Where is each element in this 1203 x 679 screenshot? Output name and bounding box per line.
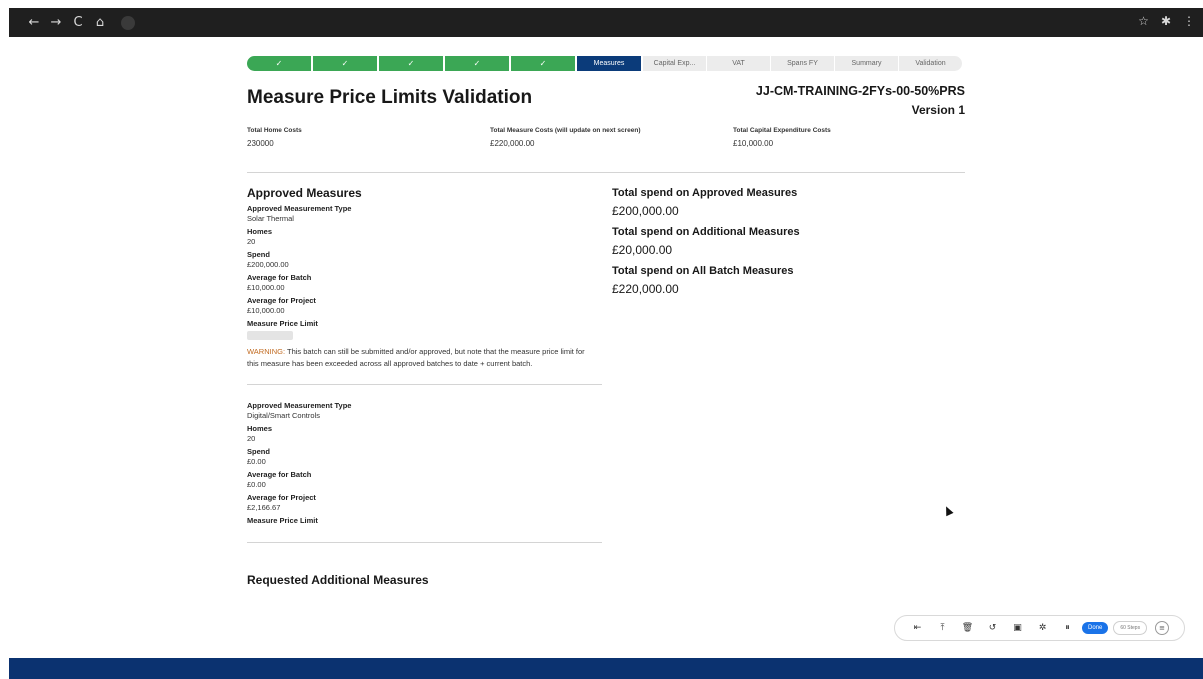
done-button[interactable]: Done (1082, 622, 1109, 634)
path-step-2[interactable]: ✓ (313, 56, 377, 71)
price-limit-label: Measure Price Limit (247, 319, 318, 328)
warning-text: This batch can still be submitted and/or… (247, 347, 585, 368)
browser-toolbar: ← → C ⌂ ☆ ✱ ⋮ (9, 8, 1203, 37)
homes-label: Homes (247, 424, 273, 433)
homes-value: 20 (247, 237, 256, 246)
totals-section: Total spend on Approved Measures £200,00… (612, 187, 912, 304)
path-step-summary[interactable]: Summary (835, 56, 898, 71)
settings-icon[interactable]: ✲ (1030, 623, 1055, 633)
measure-type-value: Digital/Smart Controls (247, 411, 320, 420)
measure-type-label: Approved Measurement Type (247, 401, 352, 410)
path-step-1[interactable]: ✓ (247, 56, 311, 71)
spend-value: £0.00 (247, 457, 266, 466)
check-icon: ✓ (275, 59, 283, 68)
home-icon[interactable]: ⌂ (89, 15, 111, 30)
check-icon: ✓ (539, 59, 547, 68)
price-limit-warning: WARNING: This batch can still be submitt… (247, 346, 592, 370)
pin-icon[interactable]: ⤒ (930, 623, 955, 633)
avg-project-label: Average for Project (247, 296, 316, 305)
measure-card-solar-thermal: Approved Measurement Type Solar Thermal … (247, 204, 602, 370)
bottom-bar (9, 658, 1203, 679)
back-icon[interactable]: ← (23, 15, 45, 30)
approved-measures-section: Approved Measures Approved Measurement T… (247, 186, 602, 587)
reload-icon[interactable]: C (67, 15, 89, 30)
skip-start-icon[interactable]: ⇤ (905, 623, 930, 633)
path-step-4[interactable]: ✓ (445, 56, 509, 71)
window-top-margin (0, 0, 1203, 8)
measure-type-value: Solar Thermal (247, 214, 294, 223)
star-icon[interactable]: ☆ (1138, 14, 1149, 28)
total-additional-label: Total spend on Additional Measures (612, 226, 800, 238)
site-info-icon[interactable] (121, 15, 135, 30)
home-costs-field: Total Home Costs 230000 (247, 127, 302, 148)
browser-actions: ☆ ✱ ⋮ (1138, 14, 1195, 28)
path-step-capital-exp[interactable]: Capital Exp... (643, 56, 706, 71)
avg-batch-label: Average for Batch (247, 273, 312, 282)
steps-count-button[interactable]: 60 Steps (1113, 621, 1148, 635)
check-icon: ✓ (341, 59, 349, 68)
mouse-cursor-icon (942, 504, 954, 517)
path-step-3[interactable]: ✓ (379, 56, 443, 71)
total-approved-label: Total spend on Approved Measures (612, 187, 798, 199)
approved-measures-title: Approved Measures (247, 186, 362, 200)
path-step-vat[interactable]: VAT (707, 56, 770, 71)
measure-card-digital-smart-controls: Approved Measurement Type Digital/Smart … (247, 401, 602, 526)
total-additional-value: £20,000.00 (612, 243, 673, 257)
path-step-measures[interactable]: Measures (577, 56, 641, 71)
measure-costs-value: £220,000.00 (490, 139, 535, 148)
home-costs-label: Total Home Costs (247, 127, 302, 134)
price-limit-label: Measure Price Limit (247, 516, 318, 525)
path-step-spans-fy[interactable]: Spans FY (771, 56, 834, 71)
avg-project-value: £2,166.67 (247, 503, 281, 512)
measure-costs-field: Total Measure Costs (will update on next… (490, 127, 641, 148)
avg-project-value: £10,000.00 (247, 306, 285, 315)
record-version: Version 1 (911, 103, 965, 117)
measure-type-label: Approved Measurement Type (247, 204, 352, 213)
home-costs-value: 230000 (247, 139, 274, 148)
homes-value: 20 (247, 434, 256, 443)
step-recorder-toolbar: ⇤ ⤒ 🗑 ↺ ▣ ✲ ⏸ Done 60 Steps ≡ (894, 615, 1185, 641)
avg-batch-value: £0.00 (247, 480, 266, 489)
check-icon: ✓ (473, 59, 481, 68)
spend-value: £200,000.00 (247, 260, 289, 269)
measure-divider (247, 542, 602, 543)
total-approved-value: £200,000.00 (612, 204, 679, 218)
extension-icon[interactable]: ✱ (1161, 14, 1171, 28)
forward-icon[interactable]: → (45, 15, 67, 30)
capex-costs-label: Total Capital Expenditure Costs (733, 127, 831, 134)
spend-label: Spend (247, 447, 270, 456)
browser-menu-icon[interactable]: ⋮ (1183, 14, 1195, 28)
header-divider (247, 172, 965, 173)
screenshot-icon[interactable]: ▣ (1005, 623, 1030, 633)
pause-icon[interactable]: ⏸ (1055, 623, 1080, 633)
page-title: Measure Price Limits Validation (247, 87, 533, 108)
measure-divider (247, 384, 602, 385)
avg-batch-label: Average for Batch (247, 470, 312, 479)
undo-icon[interactable]: ↺ (980, 623, 1005, 633)
avg-batch-value: £10,000.00 (247, 283, 285, 292)
price-limit-value-redacted (247, 331, 293, 340)
recorder-menu-icon[interactable]: ≡ (1155, 621, 1170, 635)
homes-label: Homes (247, 227, 273, 236)
total-all-label: Total spend on All Batch Measures (612, 265, 794, 277)
trash-icon[interactable]: 🗑 (955, 623, 980, 633)
record-name: JJ-CM-TRAINING-2FYs-00-50%PRS (755, 84, 965, 98)
path-stepper: ✓ ✓ ✓ ✓ ✓ Measures Capital Exp... VAT Sp… (247, 56, 965, 71)
path-step-5[interactable]: ✓ (511, 56, 575, 71)
capex-costs-value: £10,000.00 (733, 139, 774, 148)
window-left-margin (0, 8, 9, 658)
total-all-value: £220,000.00 (612, 282, 679, 296)
measure-costs-label: Total Measure Costs (will update on next… (490, 127, 641, 134)
path-step-validation[interactable]: Validation (899, 56, 962, 71)
warning-label: WARNING: (247, 347, 286, 356)
capex-costs-field: Total Capital Expenditure Costs £10,000.… (733, 127, 831, 148)
browser-nav: ← → C ⌂ (23, 15, 135, 30)
additional-measures-title: Requested Additional Measures (247, 573, 429, 587)
spend-label: Spend (247, 250, 270, 259)
check-icon: ✓ (407, 59, 415, 68)
avg-project-label: Average for Project (247, 493, 316, 502)
